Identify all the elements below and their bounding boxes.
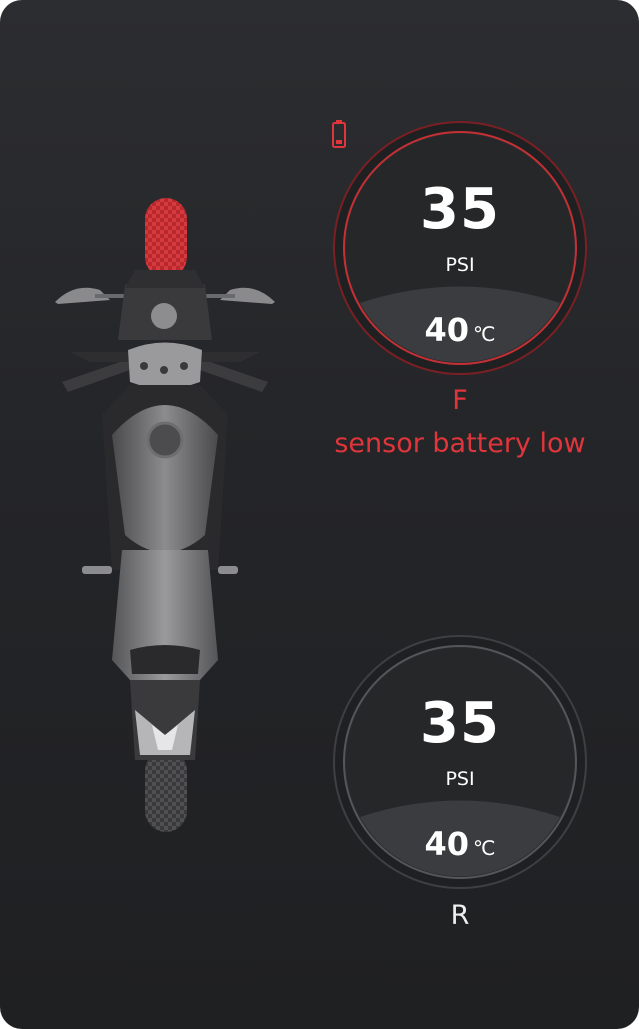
rear-temperature-unit: ℃ [473,836,496,860]
front-pressure-unit: PSI [445,254,475,276]
sensor-warning-text: sensor battery low [334,428,586,459]
rear-temperature-value: 40 [424,825,470,863]
rear-pressure-unit: PSI [445,768,475,790]
battery-low-icon [332,120,346,148]
front-temperature: 40 ℃ [332,314,588,346]
front-temperature-value: 40 [424,311,470,349]
rear-wheel [145,750,187,832]
rear-tire-label: R [450,900,470,931]
front-wheel [145,198,187,278]
rear-pressure-value: 35 [420,691,500,756]
front-tire-gauge: 35 PSI 40 ℃ [332,120,588,376]
rear-tire-gauge: 35 PSI 40 ℃ [332,634,588,890]
front-pressure-value: 35 [420,177,500,242]
front-tire-label: F [452,385,468,416]
front-temperature-unit: ℃ [473,322,496,346]
motorcycle-top-view-image [55,198,275,832]
rear-temperature: 40 ℃ [332,828,588,860]
tire-pressure-screen: 35 PSI 40 ℃ F sensor battery low 35 PSI 4… [0,0,639,1029]
